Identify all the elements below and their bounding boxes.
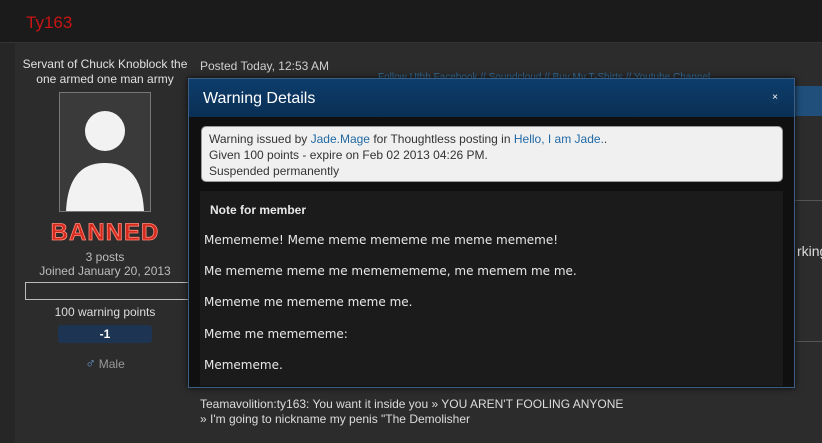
post-header-fragment xyxy=(794,86,822,116)
points-expiry: Given 100 points - expire on Feb 02 2013… xyxy=(209,148,488,162)
join-date: Joined January 20, 2013 xyxy=(39,264,171,278)
topic-link[interactable]: Hello, I am Jade. xyxy=(514,132,604,146)
issued-prefix: Warning issued by xyxy=(209,132,311,146)
suspension-status: Suspended permanently xyxy=(209,164,340,178)
reputation-badge: -1 xyxy=(58,325,152,343)
warning-points[interactable]: 100 warning points xyxy=(22,305,188,319)
issuer-link[interactable]: Jade.Mage xyxy=(311,132,370,146)
warning-info-box: Warning issued by Jade.Mage for Thoughtl… xyxy=(201,126,783,182)
topic-suffix: . xyxy=(603,132,608,146)
note-line: Mememe me mememe meme me. xyxy=(204,295,413,309)
signature-line: Teamavolition:ty163: You want it inside … xyxy=(200,397,624,411)
banned-badge: BANNED xyxy=(50,219,160,247)
warning-issued-line: Warning issued by Jade.Mage for Thoughtl… xyxy=(209,132,607,146)
default-avatar-icon xyxy=(60,93,150,211)
post-author-name[interactable]: Ty163 xyxy=(26,13,72,33)
signature-line: » I'm going to nickname my penis "The De… xyxy=(200,412,470,426)
author-sidebar: Servant of Chuck Knoblock the one armed … xyxy=(22,57,197,371)
member-note: Note for member Memememe! Meme meme meme… xyxy=(200,191,783,386)
profile-header-bar: Ty163 xyxy=(0,0,822,43)
banned-label: BANNED xyxy=(51,219,160,245)
warning-details-modal: Warning Details × Warning issued by Jade… xyxy=(188,78,795,388)
post-text-fragment: rking xyxy=(797,243,822,259)
avatar[interactable] xyxy=(59,92,151,212)
gender-label: Male xyxy=(98,357,125,371)
note-line: Memememe! Meme meme mememe me meme memem… xyxy=(204,233,559,247)
note-line: Memememe. xyxy=(204,358,283,372)
note-title: Note for member xyxy=(210,203,307,217)
male-icon: ♂ xyxy=(85,355,96,371)
user-title: Servant of Chuck Knoblock the one armed … xyxy=(22,57,188,86)
modal-header: Warning Details × xyxy=(189,79,794,117)
close-button[interactable]: × xyxy=(769,92,781,104)
warning-bar[interactable] xyxy=(25,282,197,300)
post-count: 3 posts xyxy=(85,250,125,264)
post-timestamp: Posted Today, 12:53 AM xyxy=(200,59,329,73)
warning-reason: for Thoughtless posting in xyxy=(369,132,514,146)
note-line: Meme me memememe: xyxy=(204,327,348,341)
note-line: Me mememe meme me mememememe, me memem m… xyxy=(204,264,577,278)
post-box-edge xyxy=(794,200,822,342)
modal-title: Warning Details xyxy=(203,90,316,107)
gender: ♂ Male xyxy=(22,355,188,371)
